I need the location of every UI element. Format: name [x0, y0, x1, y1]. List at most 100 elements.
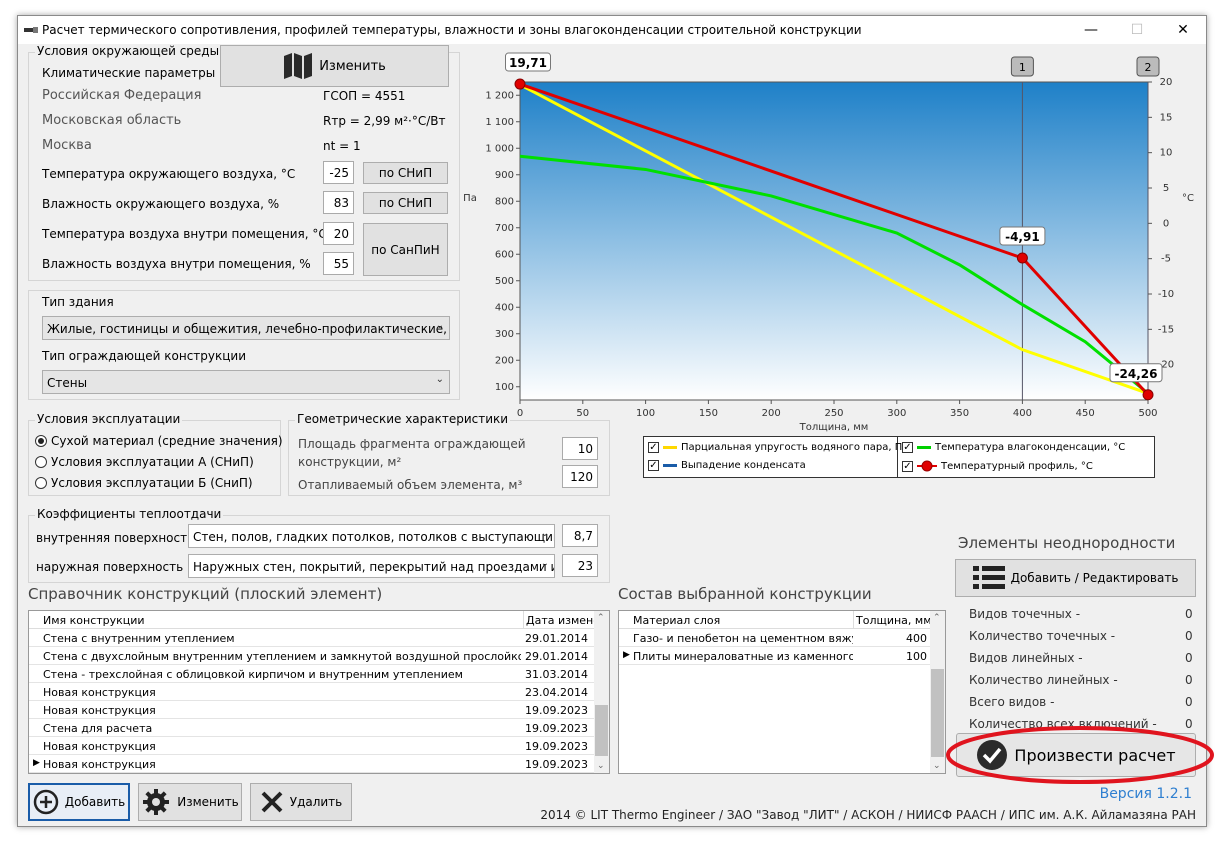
plot-area	[519, 81, 1149, 401]
add-button[interactable]: Добавить	[28, 783, 130, 821]
catalog-scrollbar[interactable]: ⌃ ⌄	[594, 611, 609, 773]
legend-item-temp-profile[interactable]: ✓ Температурный профиль, °С	[902, 460, 1093, 472]
x-tick-label: 500	[1138, 408, 1157, 419]
outer-coefficient-input[interactable]: 23	[562, 554, 598, 577]
y-left-tick-label: 1 100	[485, 117, 514, 128]
outside-temp-input[interactable]: -25	[323, 161, 354, 184]
edit-button[interactable]: Изменить	[138, 783, 242, 821]
version-label: Версия 1.2.1	[1099, 786, 1192, 802]
chart-legend: ✓ Парциальная упругость водяного пара, П…	[643, 436, 1155, 478]
inhomogeneity-stat-value: 0	[1185, 673, 1193, 687]
heat-title: Коэффициенты теплоотдачи	[35, 507, 224, 521]
table-row[interactable]: ▶ Новая конструкция 19.09.2023	[29, 755, 596, 773]
outer-surface-select[interactable]: Наружных стен, покрытий, перекрытий над …	[188, 554, 555, 578]
composition-scrollbar[interactable]: ⌃ ⌄	[930, 611, 945, 773]
inhomogeneity-stat-label: Количество линейных -	[969, 673, 1118, 687]
y-left-tick-label: 600	[495, 249, 514, 260]
outside-hum-snip-button[interactable]: по СНиП	[363, 192, 448, 214]
building-type-label: Тип здания	[42, 295, 114, 309]
inner-coefficient-input[interactable]: 8,7	[562, 524, 598, 547]
nt-value: nt = 1	[323, 139, 361, 153]
table-row[interactable]: Стена с внутренним утеплением 29.01.2014	[29, 629, 596, 647]
exploitation-radio-a[interactable]: Условия эксплуатации А (СНиП)	[35, 455, 254, 469]
composition-table[interactable]: Материал слоя Толщина, мм Газо- и пенобе…	[618, 610, 946, 774]
area-label-line2: конструкции, м²	[298, 455, 402, 469]
delete-button[interactable]: Удалить	[250, 783, 352, 821]
volume-label: Отапливаемый объем элемента, м³	[298, 478, 523, 492]
map-icon	[284, 53, 313, 79]
inner-surface-select[interactable]: Стен, полов, гладких потолков, потолков …	[188, 524, 555, 548]
outside-temp-snip-button[interactable]: по СНиП	[363, 162, 448, 184]
table-row[interactable]: Новая конструкция 19.09.2023	[29, 701, 596, 719]
radio-icon	[35, 456, 47, 468]
outside-temp-label: Температура окружающего воздуха, °С	[42, 167, 296, 181]
composition-header: Материал слоя Толщина, мм	[619, 611, 932, 629]
outside-hum-input[interactable]: 83	[323, 191, 354, 214]
legend-item-cond-temp[interactable]: ✓ Температура влагоконденсации, °С	[902, 442, 1125, 453]
main-window: Расчет термического сопротивления, профи…	[17, 15, 1214, 827]
y-right-tick-label: 10	[1160, 148, 1173, 159]
title-bar: Расчет термического сопротивления, профи…	[18, 16, 1206, 44]
inhomogeneity-stat-label: Видов точечных -	[969, 607, 1081, 621]
area-input[interactable]: 10	[562, 437, 598, 460]
construction-name: Новая конструкция	[43, 758, 156, 771]
table-row[interactable]: ▶Плиты минераловатные из каменного волс 1…	[619, 647, 932, 665]
column-date-header[interactable]: Дата измене	[523, 611, 595, 629]
sanpin-button[interactable]: по СанПиН	[363, 223, 448, 276]
construction-name: Стена с внутренним утеплением	[43, 632, 235, 645]
catalog-header: Имя конструкции Дата измене	[29, 611, 596, 629]
table-row[interactable]: Стена - трехслойная с облицовкой кирпичо…	[29, 665, 596, 683]
building-type-select[interactable]: Жилые, гостиницы и общежития, лечебно-пр…	[42, 316, 450, 340]
inside-temp-input[interactable]: 20	[323, 222, 354, 245]
radio-checked-icon	[35, 435, 47, 447]
table-row[interactable]: Новая конструкция 19.09.2023	[29, 737, 596, 755]
edit-button-label: Изменить	[177, 795, 239, 809]
footer-credits: 2014 © LIT Thermo Engineer / ЗАО "Завод …	[540, 808, 1196, 822]
x-tick-label: 0	[517, 408, 523, 419]
x-tick-label: 150	[699, 408, 718, 419]
environment-group-title: Условия окружающей среды	[35, 44, 222, 58]
table-row[interactable]: Стена с двухслойным внутренним утепление…	[29, 647, 596, 665]
series-point	[514, 78, 526, 90]
chevron-down-icon: ⌄	[540, 558, 549, 569]
volume-input[interactable]: 120	[562, 465, 598, 488]
inhomogeneity-stat-value: 0	[1185, 629, 1193, 643]
rtr-value: Rтр = 2,99 м²·°C/Вт	[323, 114, 446, 128]
legend-label: Парциальная упругость водяного пара, Па	[681, 442, 909, 453]
close-x-icon	[261, 791, 283, 813]
exploitation-radio-dry[interactable]: Сухой материал (средние значения)	[35, 434, 283, 448]
red-marker-icon	[917, 460, 937, 472]
column-material-header[interactable]: Материал слоя	[633, 611, 853, 629]
construction-name: Стена для расчета	[43, 722, 153, 735]
exploitation-radio-b[interactable]: Условия эксплуатации Б (СниП)	[35, 476, 253, 490]
close-button[interactable]: ✕	[1160, 16, 1206, 44]
minimize-button[interactable]: —	[1068, 16, 1114, 44]
legend-item-condensate[interactable]: ✓ Выпадение конденсата	[648, 460, 806, 471]
inner-surface-label: внутренняя поверхность	[36, 531, 195, 545]
add-edit-inhomogeneity-button[interactable]: Добавить / Редактировать	[955, 559, 1196, 597]
construction-type-select[interactable]: Стены ⌄	[42, 370, 450, 394]
chevron-down-icon: ⌄	[435, 320, 444, 331]
maximize-button[interactable]: ☐	[1114, 16, 1160, 44]
catalog-table[interactable]: Имя конструкции Дата измене Стена с внут…	[28, 610, 610, 774]
construction-name: Стена - трехслойная с облицовкой кирпичо…	[43, 668, 463, 681]
green-line-icon	[917, 445, 931, 449]
column-thickness-header[interactable]: Толщина, мм	[853, 611, 931, 629]
column-name-header[interactable]: Имя конструкции	[43, 611, 523, 629]
checkbox-checked-icon: ✓	[902, 442, 913, 453]
y-left-tick-label: 100	[495, 382, 514, 393]
gear-icon	[143, 789, 170, 815]
x-tick-label: 400	[1013, 408, 1032, 419]
exploitation-option-label: Условия эксплуатации Б (СниП)	[51, 476, 253, 490]
y-left-tick-label: 300	[495, 329, 514, 340]
table-row[interactable]: Новая конструкция 23.04.2014	[29, 683, 596, 701]
inhomogeneity-stat-label: Видов линейных -	[969, 651, 1083, 665]
construction-date: 29.01.2014	[525, 632, 588, 645]
legend-item-partial[interactable]: ✓ Парциальная упругость водяного пара, П…	[648, 442, 908, 453]
layer-material: Газо- и пенобетон на цементном вяжущем	[633, 632, 853, 645]
inside-hum-input[interactable]: 55	[323, 252, 354, 275]
chevron-down-icon: ⌄	[435, 374, 444, 385]
table-row[interactable]: Стена для расчета 19.09.2023	[29, 719, 596, 737]
table-row[interactable]: Газо- и пенобетон на цементном вяжущем 40…	[619, 629, 932, 647]
change-climate-button[interactable]: Изменить	[220, 45, 449, 87]
